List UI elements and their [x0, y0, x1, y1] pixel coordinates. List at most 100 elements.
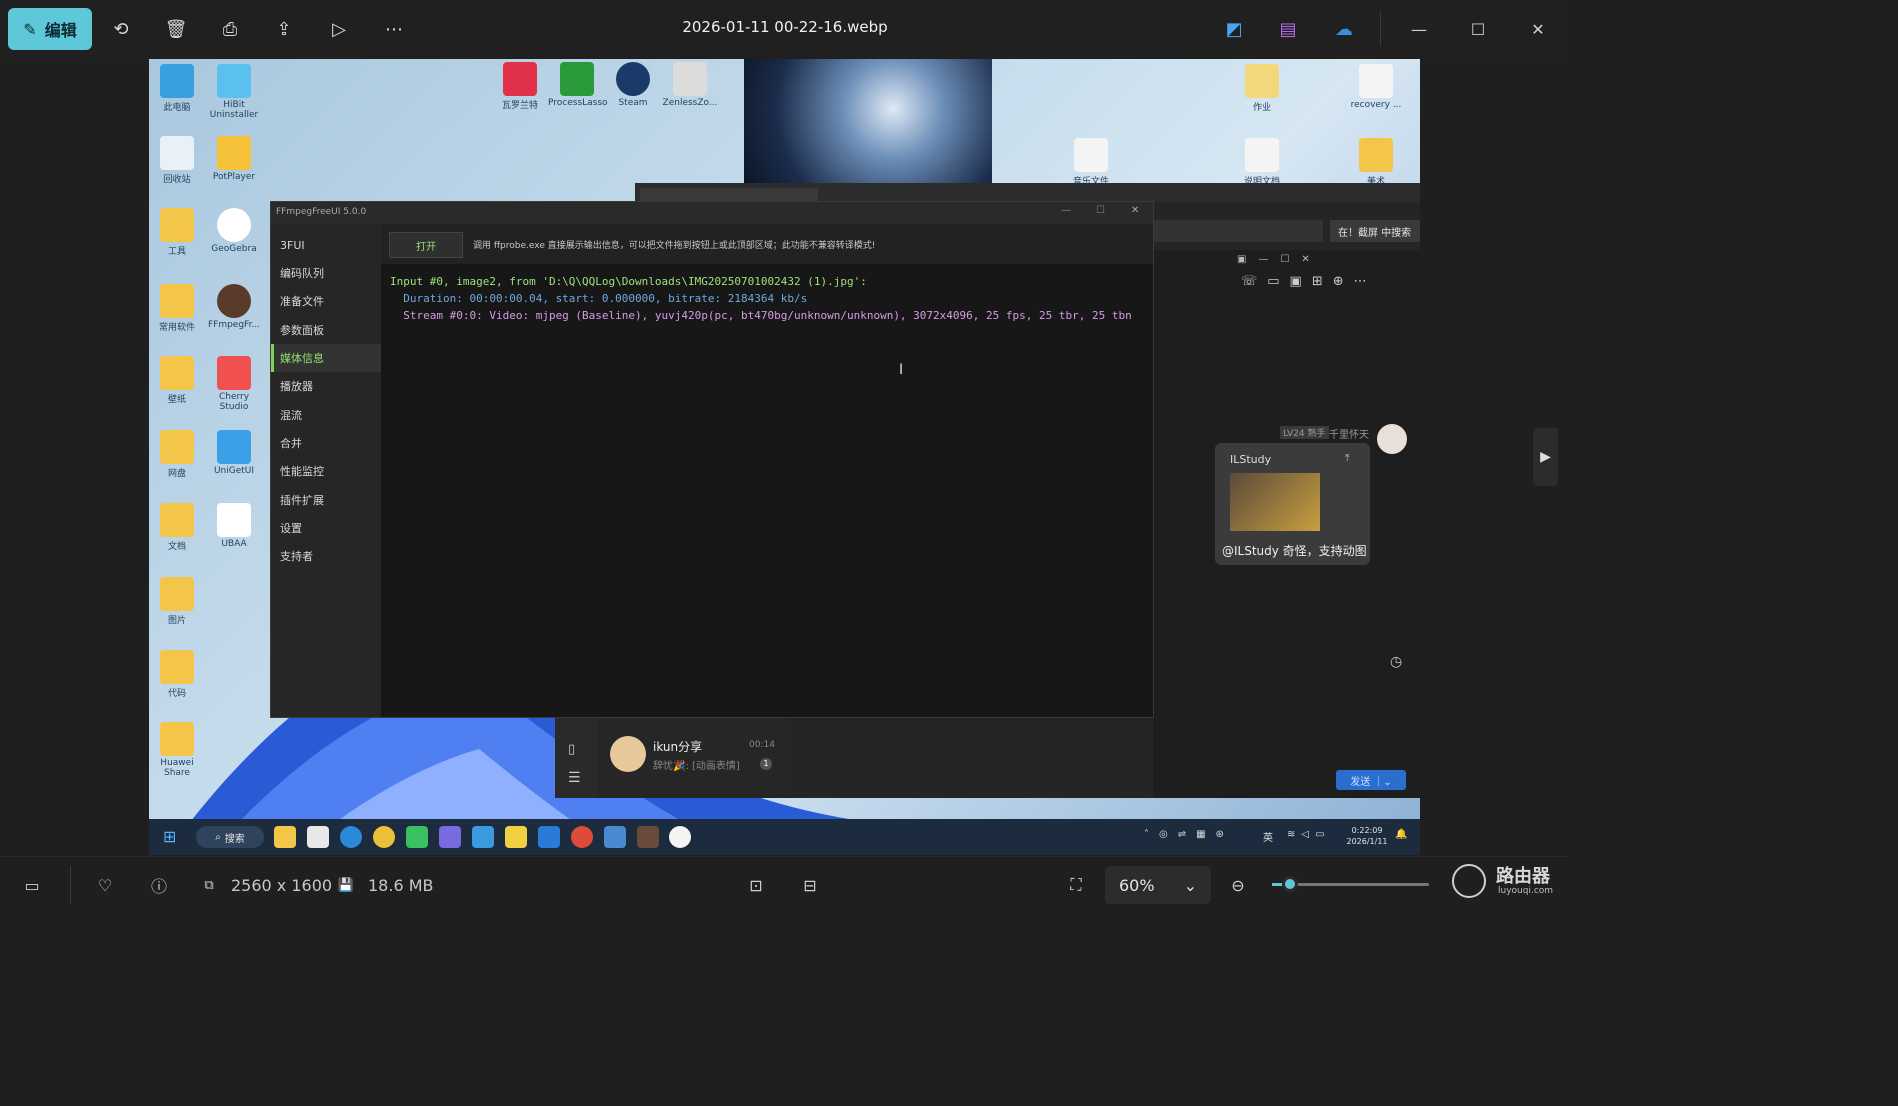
zoom-slider-thumb[interactable]: [1282, 876, 1298, 892]
desktop-icon[interactable]: 瓦罗兰特: [491, 62, 549, 111]
info-icon[interactable]: ⓘ: [146, 872, 172, 898]
nav-item-params[interactable]: 参数面板: [271, 316, 381, 344]
message-bubble[interactable]: ILStudy ⤒ @ILStudy 奇怪，支持动图: [1215, 443, 1370, 565]
nav-item-player[interactable]: 播放器: [271, 372, 381, 400]
send-button[interactable]: 发送 ｜⌄: [1336, 770, 1406, 790]
desktop-icon[interactable]: 回收站: [148, 136, 206, 185]
input-language[interactable]: 英: [1263, 829, 1273, 844]
print-icon[interactable]: ⎙: [215, 14, 245, 44]
share-icon[interactable]: ⇪: [269, 14, 299, 44]
delete-icon[interactable]: 🗑: [161, 14, 191, 44]
slideshow-icon[interactable]: ▷: [324, 14, 354, 44]
close-icon[interactable]: ✕: [1522, 14, 1554, 44]
qq-window-controls[interactable]: ▣—☐✕: [1237, 254, 1322, 265]
maximize-icon[interactable]: ☐: [1096, 205, 1105, 216]
maximize-icon[interactable]: ☐: [1462, 14, 1494, 44]
chat-name[interactable]: ikun分享: [653, 738, 702, 755]
qq-icon[interactable]: [669, 826, 691, 848]
desktop-icon[interactable]: HiBit Uninstaller: [205, 64, 263, 120]
desktop-icon[interactable]: UniGetUI: [205, 430, 263, 476]
nav-item-files[interactable]: 准备文件: [271, 287, 381, 315]
powerpoint-icon[interactable]: [571, 826, 593, 848]
history-icon[interactable]: ◷: [1390, 654, 1402, 670]
explorer-icon[interactable]: [274, 826, 296, 848]
edge-icon[interactable]: [340, 826, 362, 848]
nav-item-mux[interactable]: 混流: [271, 401, 381, 429]
zoom-select[interactable]: 60% ⌄: [1105, 866, 1211, 904]
qq-search-input[interactable]: [1153, 220, 1323, 242]
rotate-icon[interactable]: ⟲: [106, 14, 136, 44]
desktop-icon[interactable]: ZenlessZo...: [661, 62, 719, 108]
desktop-icon[interactable]: 工具: [148, 208, 206, 257]
network-volume-icons[interactable]: ≋◁▭: [1287, 829, 1331, 840]
edit-button[interactable]: ✎ 编辑: [8, 8, 92, 50]
wechat-icon[interactable]: [406, 826, 428, 848]
nav-item-3fui[interactable]: 3FUI: [271, 231, 381, 259]
desktop-icon[interactable]: 壁纸: [148, 356, 206, 405]
message-image[interactable]: [1230, 473, 1320, 531]
photos-icon[interactable]: [472, 826, 494, 848]
next-image-button[interactable]: ▶: [1533, 428, 1558, 486]
nav-item-settings[interactable]: 设置: [271, 514, 381, 542]
notes-icon[interactable]: [505, 826, 527, 848]
minimize-icon[interactable]: —: [1061, 205, 1071, 216]
desktop-icon[interactable]: 作业: [1233, 64, 1291, 113]
taskbar-search[interactable]: ⌕ 搜索: [196, 826, 264, 848]
desktop-icon[interactable]: 此电脑: [148, 64, 206, 113]
ffmpeg-toolbar[interactable]: 打开 调用 ffprobe.exe 直接展示输出信息，可以把文件拖到按钮上或此顶…: [381, 224, 1153, 264]
desktop-icon[interactable]: 说明文档: [1233, 138, 1291, 187]
qq-search-button[interactable]: 在！截屏 中搜索: [1330, 220, 1420, 242]
desktop-icon[interactable]: FFmpegFr...: [205, 284, 263, 330]
filmstrip-icon[interactable]: ▭: [19, 872, 45, 898]
desktop-icon[interactable]: UBAA: [205, 503, 263, 549]
desktop-icon[interactable]: 网盘: [148, 430, 206, 479]
probe-output[interactable]: Input #0, image2, from 'D:\Q\QQLog\Downl…: [381, 264, 1153, 717]
desktop-icon[interactable]: 常用软件: [148, 284, 206, 333]
open-button[interactable]: 打开: [389, 232, 463, 258]
ffmpeg-app-icon[interactable]: [637, 826, 659, 848]
avatar[interactable]: [610, 736, 646, 772]
favorite-icon[interactable]: ♡: [92, 872, 118, 898]
store-icon[interactable]: [307, 826, 329, 848]
nav-item-plugins[interactable]: 插件扩展: [271, 486, 381, 514]
minimize-icon[interactable]: —: [1403, 14, 1435, 44]
qq-chat-tools[interactable]: ☏▭▣⊞⊕⋯: [1241, 274, 1377, 289]
fit-screen-icon[interactable]: ⛶: [1063, 872, 1089, 898]
nav-item-merge[interactable]: 合并: [271, 429, 381, 457]
desktop-icon[interactable]: Huawei Share: [148, 722, 206, 778]
desktop-icon[interactable]: 代码: [148, 650, 206, 699]
visual-search-icon[interactable]: ⊡: [743, 872, 769, 898]
notification-icon[interactable]: 🔔: [1395, 829, 1407, 840]
nav-item-queue[interactable]: 编码队列: [271, 259, 381, 287]
system-tray[interactable]: ˄◎⇌▦⊛: [1144, 829, 1234, 840]
more-icon[interactable]: ⋯: [379, 14, 409, 44]
start-icon[interactable]: ⊞: [163, 827, 183, 847]
desktop-icon[interactable]: 文档: [148, 503, 206, 552]
bookmark-icon[interactable]: ▯: [568, 742, 575, 757]
gallery-icon[interactable]: [604, 826, 626, 848]
desktop-icon[interactable]: 美术: [1347, 138, 1405, 187]
chrome-icon[interactable]: [373, 826, 395, 848]
app-icon[interactable]: [439, 826, 461, 848]
nav-item-supporters[interactable]: 支持者: [271, 542, 381, 570]
menu-icon[interactable]: ☰: [568, 770, 581, 786]
vscode-icon[interactable]: [538, 826, 560, 848]
desktop-icon[interactable]: Cherry Studio: [205, 356, 263, 412]
avatar[interactable]: [1377, 424, 1407, 454]
desktop-icon[interactable]: GeoGebra: [205, 208, 263, 254]
clipchamp-icon[interactable]: ▤: [1273, 14, 1303, 44]
desktop-icon[interactable]: 图片: [148, 577, 206, 626]
qq-tab[interactable]: [640, 188, 818, 202]
nav-item-monitor[interactable]: 性能监控: [271, 457, 381, 485]
desktop-icon[interactable]: recovery ...: [1347, 64, 1405, 110]
desktop-icon[interactable]: ProcessLasso: [548, 62, 608, 108]
close-icon[interactable]: ✕: [1131, 205, 1139, 216]
onedrive-icon[interactable]: ☁: [1329, 14, 1359, 44]
nav-item-media-info[interactable]: 媒体信息: [271, 344, 381, 372]
photo-editor-icon[interactable]: ◩: [1219, 14, 1249, 44]
desktop-icon[interactable]: Steam: [604, 62, 662, 108]
tray-clock[interactable]: 0:22:09 2026/1/11: [1345, 825, 1389, 847]
zoom-out-icon[interactable]: ⊖: [1225, 872, 1251, 898]
pin-icon[interactable]: ⤒: [1345, 453, 1349, 464]
text-scan-icon[interactable]: ⊟: [797, 872, 823, 898]
